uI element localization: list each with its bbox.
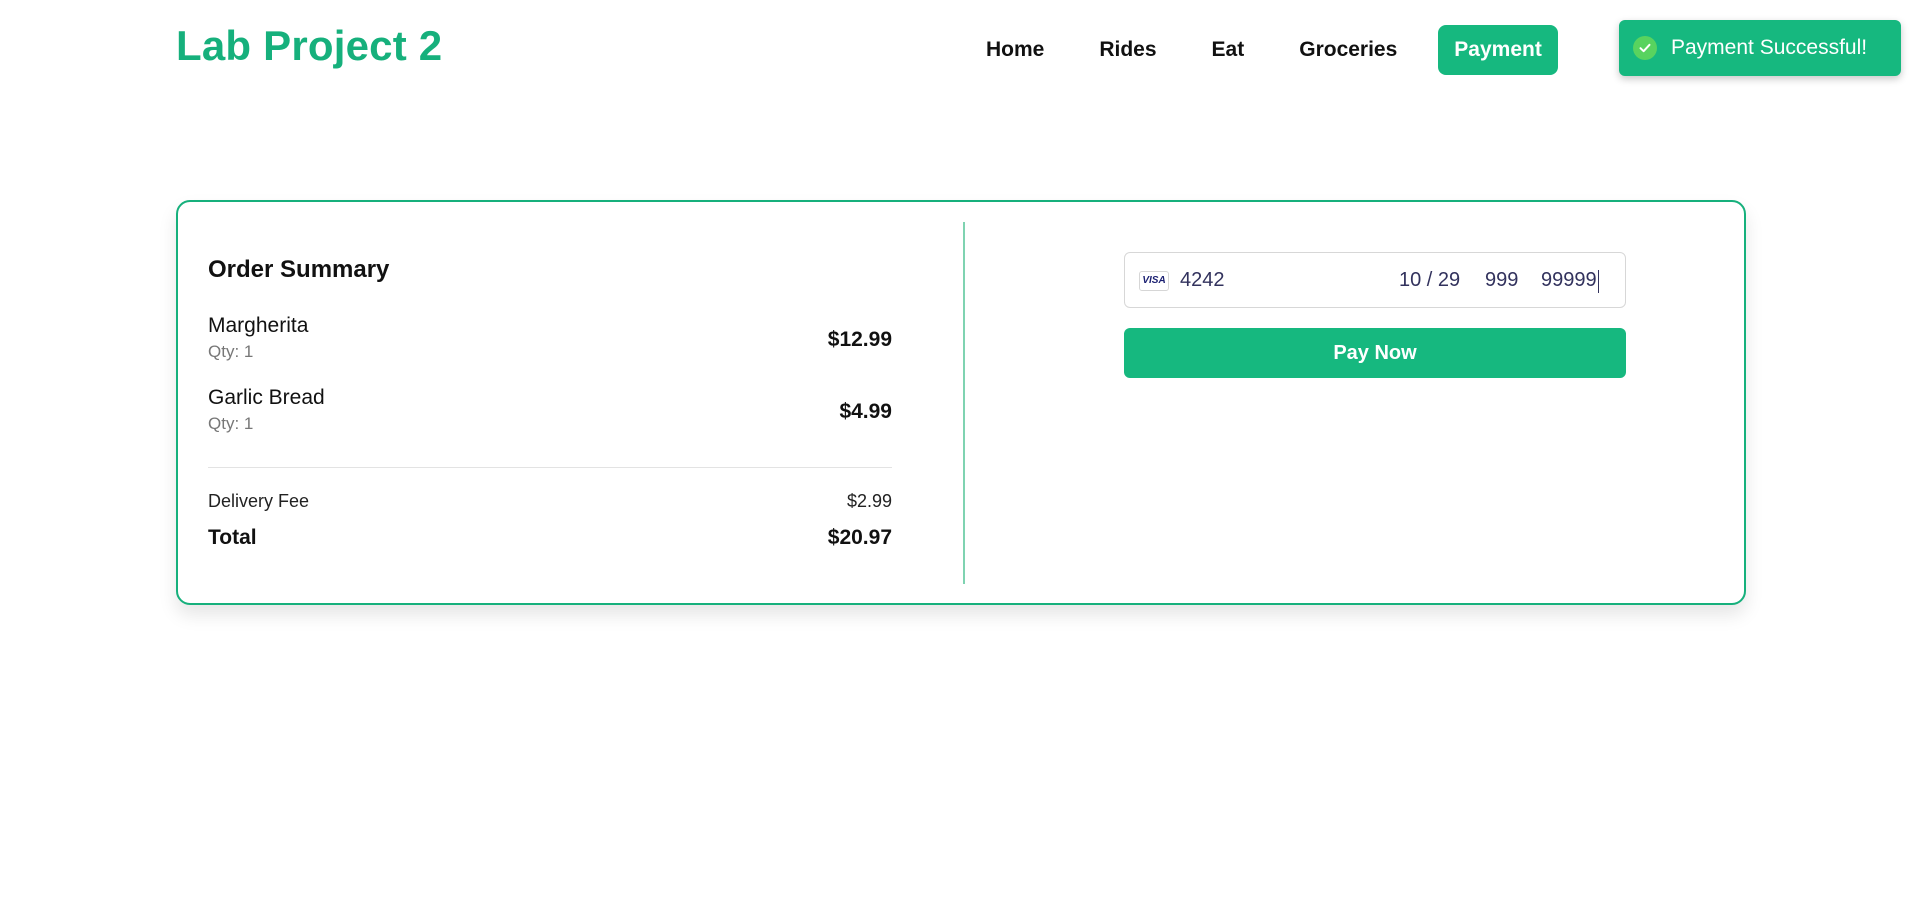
- payment-success-toast[interactable]: Payment Successful!: [1619, 20, 1901, 76]
- delivery-fee-value: $2.99: [846, 491, 892, 511]
- nav-home[interactable]: Home: [986, 38, 1044, 62]
- item-qty: Qty: 1: [208, 342, 254, 361]
- item-name: Garlic Bread: [208, 386, 325, 409]
- item-name: Margherita: [208, 314, 309, 337]
- pay-now-button[interactable]: Pay Now: [1124, 328, 1626, 378]
- order-item: Margherita Qty: 1 $12.99: [208, 314, 892, 376]
- card-cvc-field[interactable]: 999: [1485, 269, 1518, 292]
- total-label: Total: [208, 526, 257, 549]
- visa-card-icon: VISA: [1139, 271, 1169, 291]
- item-price: $12.99: [827, 328, 892, 351]
- nav-payment[interactable]: Payment: [1438, 25, 1558, 75]
- nav-groceries[interactable]: Groceries: [1299, 38, 1397, 62]
- delivery-fee-label: Delivery Fee: [208, 491, 310, 511]
- card-number-field[interactable]: 4242: [1180, 269, 1225, 292]
- item-price: $4.99: [839, 400, 892, 423]
- text-caret: [1598, 270, 1599, 293]
- delivery-fee-row: Delivery Fee $2.99: [208, 491, 892, 512]
- card-expiry-field[interactable]: 10 / 29: [1399, 269, 1460, 292]
- total-value: $20.97: [827, 526, 892, 549]
- main-nav: Home Rides Eat Groceries Payment: [986, 24, 1558, 76]
- order-item: Garlic Bread Qty: 1 $4.99: [208, 386, 892, 448]
- toast-message: Payment Successful!: [1671, 36, 1868, 59]
- order-summary-title: Order Summary: [208, 256, 390, 283]
- order-summary: Order Summary Margherita Qty: 1 $12.99 G…: [208, 256, 892, 448]
- total-row: Total $20.97: [208, 526, 892, 550]
- card-zip-field[interactable]: 99999: [1541, 269, 1597, 292]
- summary-divider: [208, 467, 892, 468]
- checkout-card: Order Summary Margherita Qty: 1 $12.99 G…: [176, 200, 1746, 605]
- check-circle-icon: [1633, 36, 1657, 60]
- card-vertical-divider: [963, 222, 965, 584]
- card-details-input[interactable]: VISA 4242 10 / 29 999 99999: [1124, 252, 1626, 308]
- brand-title[interactable]: Lab Project 2: [176, 22, 442, 70]
- nav-rides[interactable]: Rides: [1099, 38, 1156, 62]
- nav-eat[interactable]: Eat: [1212, 38, 1245, 62]
- item-qty: Qty: 1: [208, 414, 254, 433]
